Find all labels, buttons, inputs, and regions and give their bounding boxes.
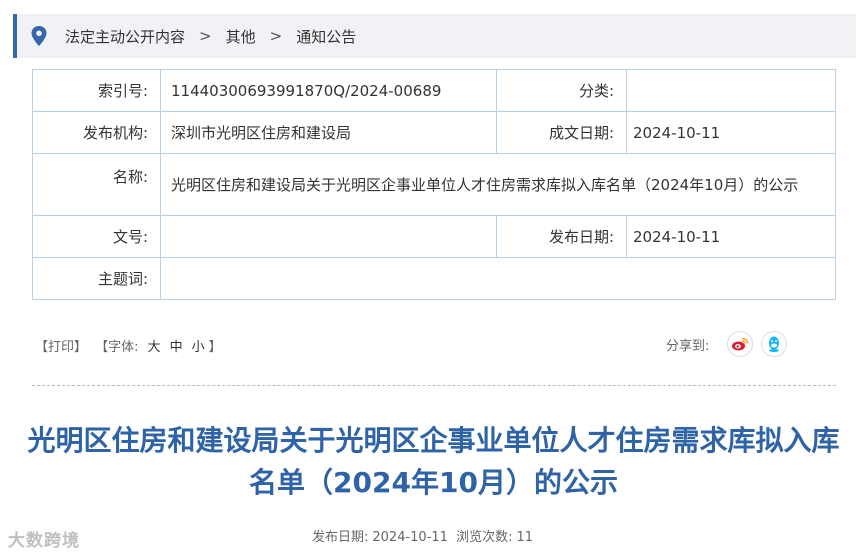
article-title: 光明区住房和建设局关于光明区企事业单位人才住房需求库拟入库名单（2024年10月… bbox=[27, 424, 840, 499]
category-value bbox=[626, 69, 836, 112]
font-size-suffix: 】 bbox=[208, 340, 222, 355]
font-size-prefix: 【字体: bbox=[95, 340, 139, 355]
breadcrumb-item-other[interactable]: 其他 bbox=[226, 26, 256, 47]
font-medium-button[interactable]: 中 bbox=[170, 340, 183, 355]
org-value: 深圳市光明区住房和建设局 bbox=[160, 111, 497, 154]
meta-views-label: 浏览次数: bbox=[456, 530, 513, 545]
breadcrumb: 法定主动公开内容 > 其他 > 通知公告 bbox=[13, 14, 856, 58]
share-bar: 分享到: bbox=[666, 331, 795, 357]
breadcrumb-item-notices[interactable]: 通知公告 bbox=[296, 26, 356, 47]
qq-share-button[interactable] bbox=[761, 331, 788, 357]
font-large-button[interactable]: 大 bbox=[148, 340, 161, 355]
section-divider bbox=[32, 385, 836, 386]
created-date-value: 2024-10-11 bbox=[626, 111, 836, 154]
meta-date-label: 发布日期: bbox=[312, 530, 369, 545]
qq-icon bbox=[769, 336, 780, 352]
subject-value bbox=[160, 257, 836, 300]
published-date-value: 2024-10-11 bbox=[626, 215, 836, 258]
weibo-icon bbox=[732, 337, 749, 351]
docno-label: 文号: bbox=[32, 215, 161, 258]
created-date-label: 成文日期: bbox=[496, 111, 627, 154]
article-meta: 发布日期: 2024-10-11 浏览次数: 11 bbox=[312, 526, 537, 545]
org-label: 发布机构: bbox=[32, 111, 161, 154]
location-pin-icon bbox=[31, 26, 47, 46]
page-tools: 【打印】 【字体: 大中小】 bbox=[35, 336, 226, 355]
name-value: 光明区住房和建设局关于光明区企事业单位人才住房需求库拟入库名单（2024年10月… bbox=[160, 153, 836, 216]
meta-views: 11 bbox=[516, 530, 534, 545]
category-label: 分类: bbox=[496, 69, 627, 112]
published-date-label: 发布日期: bbox=[496, 215, 627, 258]
breadcrumb-separator: > bbox=[269, 27, 283, 45]
meta-date: 2024-10-11 bbox=[372, 530, 448, 545]
font-small-button[interactable]: 小 bbox=[192, 340, 205, 355]
subject-label: 主题词: bbox=[32, 257, 161, 300]
name-label: 名称: bbox=[32, 153, 161, 216]
breadcrumb-item-public-content[interactable]: 法定主动公开内容 bbox=[65, 26, 185, 47]
index-label: 索引号: bbox=[32, 69, 161, 112]
watermark: 大数跨境 bbox=[8, 531, 80, 551]
index-value: 11440300693991870Q/2024-00689 bbox=[160, 69, 497, 112]
share-label: 分享到: bbox=[666, 338, 710, 354]
weibo-share-button[interactable] bbox=[727, 331, 754, 357]
document-info-table: 索引号: 11440300693991870Q/2024-00689 分类: 发… bbox=[32, 69, 836, 300]
docno-value bbox=[160, 215, 497, 258]
print-button[interactable]: 【打印】 bbox=[35, 340, 87, 355]
breadcrumb-separator: > bbox=[199, 27, 212, 45]
